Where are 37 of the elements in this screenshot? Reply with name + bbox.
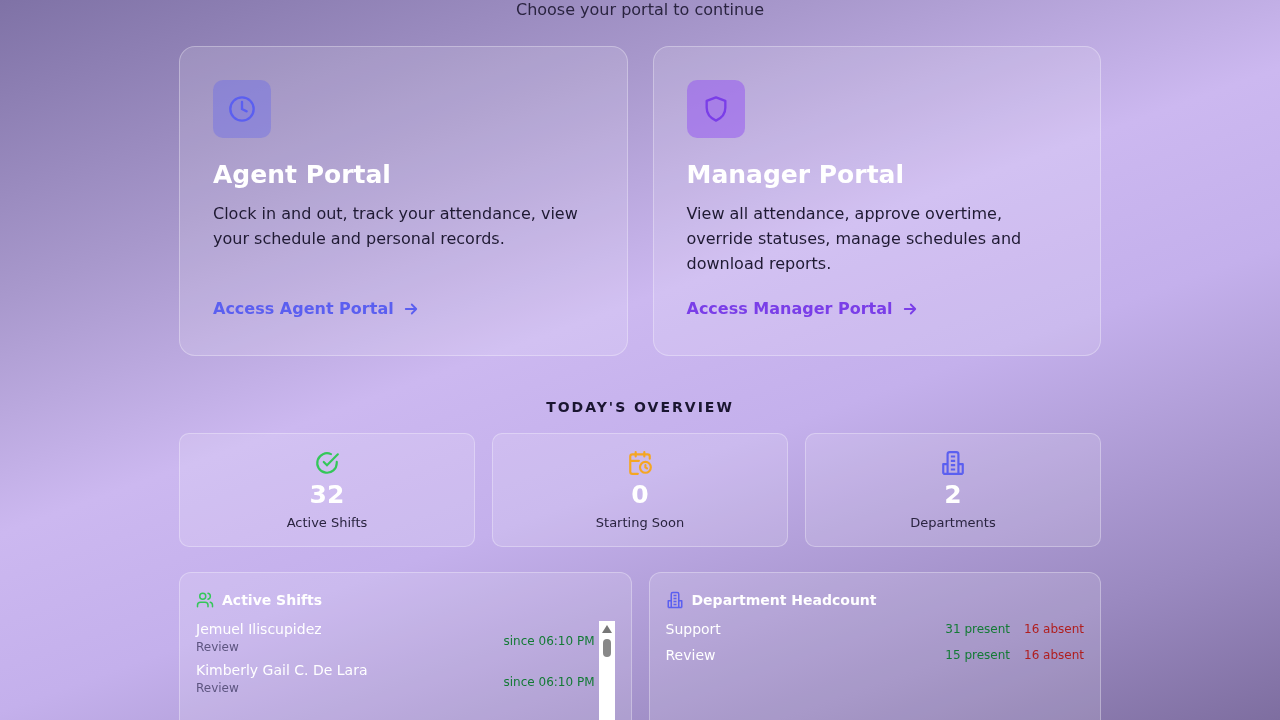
stat-label: Active Shifts bbox=[286, 515, 368, 530]
building-icon bbox=[940, 450, 966, 476]
present-count: 31 present bbox=[945, 622, 1010, 636]
department-name: Review bbox=[665, 647, 717, 663]
portal-link[interactable]: Access Manager Portal bbox=[686, 299, 919, 318]
clock-icon bbox=[228, 95, 256, 123]
panel-title: Department Headcount bbox=[691, 592, 877, 608]
stat-value: 0 bbox=[631, 480, 649, 509]
portal-title: Manager Portal bbox=[686, 160, 906, 189]
subtitle: Choose your portal to continue bbox=[514, 0, 766, 20]
agent-name: Kimberly Gail C. De Lara bbox=[196, 662, 368, 678]
users-icon bbox=[196, 591, 214, 609]
check-circle-icon bbox=[314, 450, 340, 476]
absent-count: 16 absent bbox=[1024, 622, 1084, 636]
stat-value: 2 bbox=[944, 480, 962, 509]
scroll-thumb[interactable] bbox=[602, 639, 611, 657]
department-name: Support bbox=[665, 621, 722, 637]
portal-description: Clock in and out, track your attendance, view your schedule and personal records. bbox=[213, 203, 579, 250]
scrollbar[interactable] bbox=[598, 621, 615, 720]
portal-description: View all attendance, approve overtime, override statuses, manage schedules and download reports. bbox=[686, 203, 1023, 275]
portal-link[interactable]: Access Agent Portal bbox=[213, 299, 420, 318]
scroll-up-icon[interactable] bbox=[601, 625, 612, 633]
agent-department: Review bbox=[196, 640, 240, 654]
stat-label: Departments bbox=[910, 515, 996, 530]
absent-count: 16 absent bbox=[1024, 648, 1084, 662]
present-count: 15 present bbox=[945, 648, 1010, 662]
panel-title: Active Shifts bbox=[222, 592, 323, 608]
agent-name: Jemuel Iliscupidez bbox=[196, 621, 322, 637]
portal-title: Agent Portal bbox=[213, 160, 392, 189]
calendar-clock-icon bbox=[627, 450, 653, 476]
shift-since: since 06:10 PM bbox=[503, 634, 595, 648]
stat-value: 32 bbox=[309, 480, 345, 509]
shift-since: since 06:10 PM bbox=[503, 675, 595, 689]
section-heading: TODAY'S OVERVIEW bbox=[545, 399, 735, 415]
stat-label: Starting Soon bbox=[595, 515, 685, 530]
building-icon bbox=[665, 591, 684, 609]
agent-department: Review bbox=[196, 681, 240, 695]
